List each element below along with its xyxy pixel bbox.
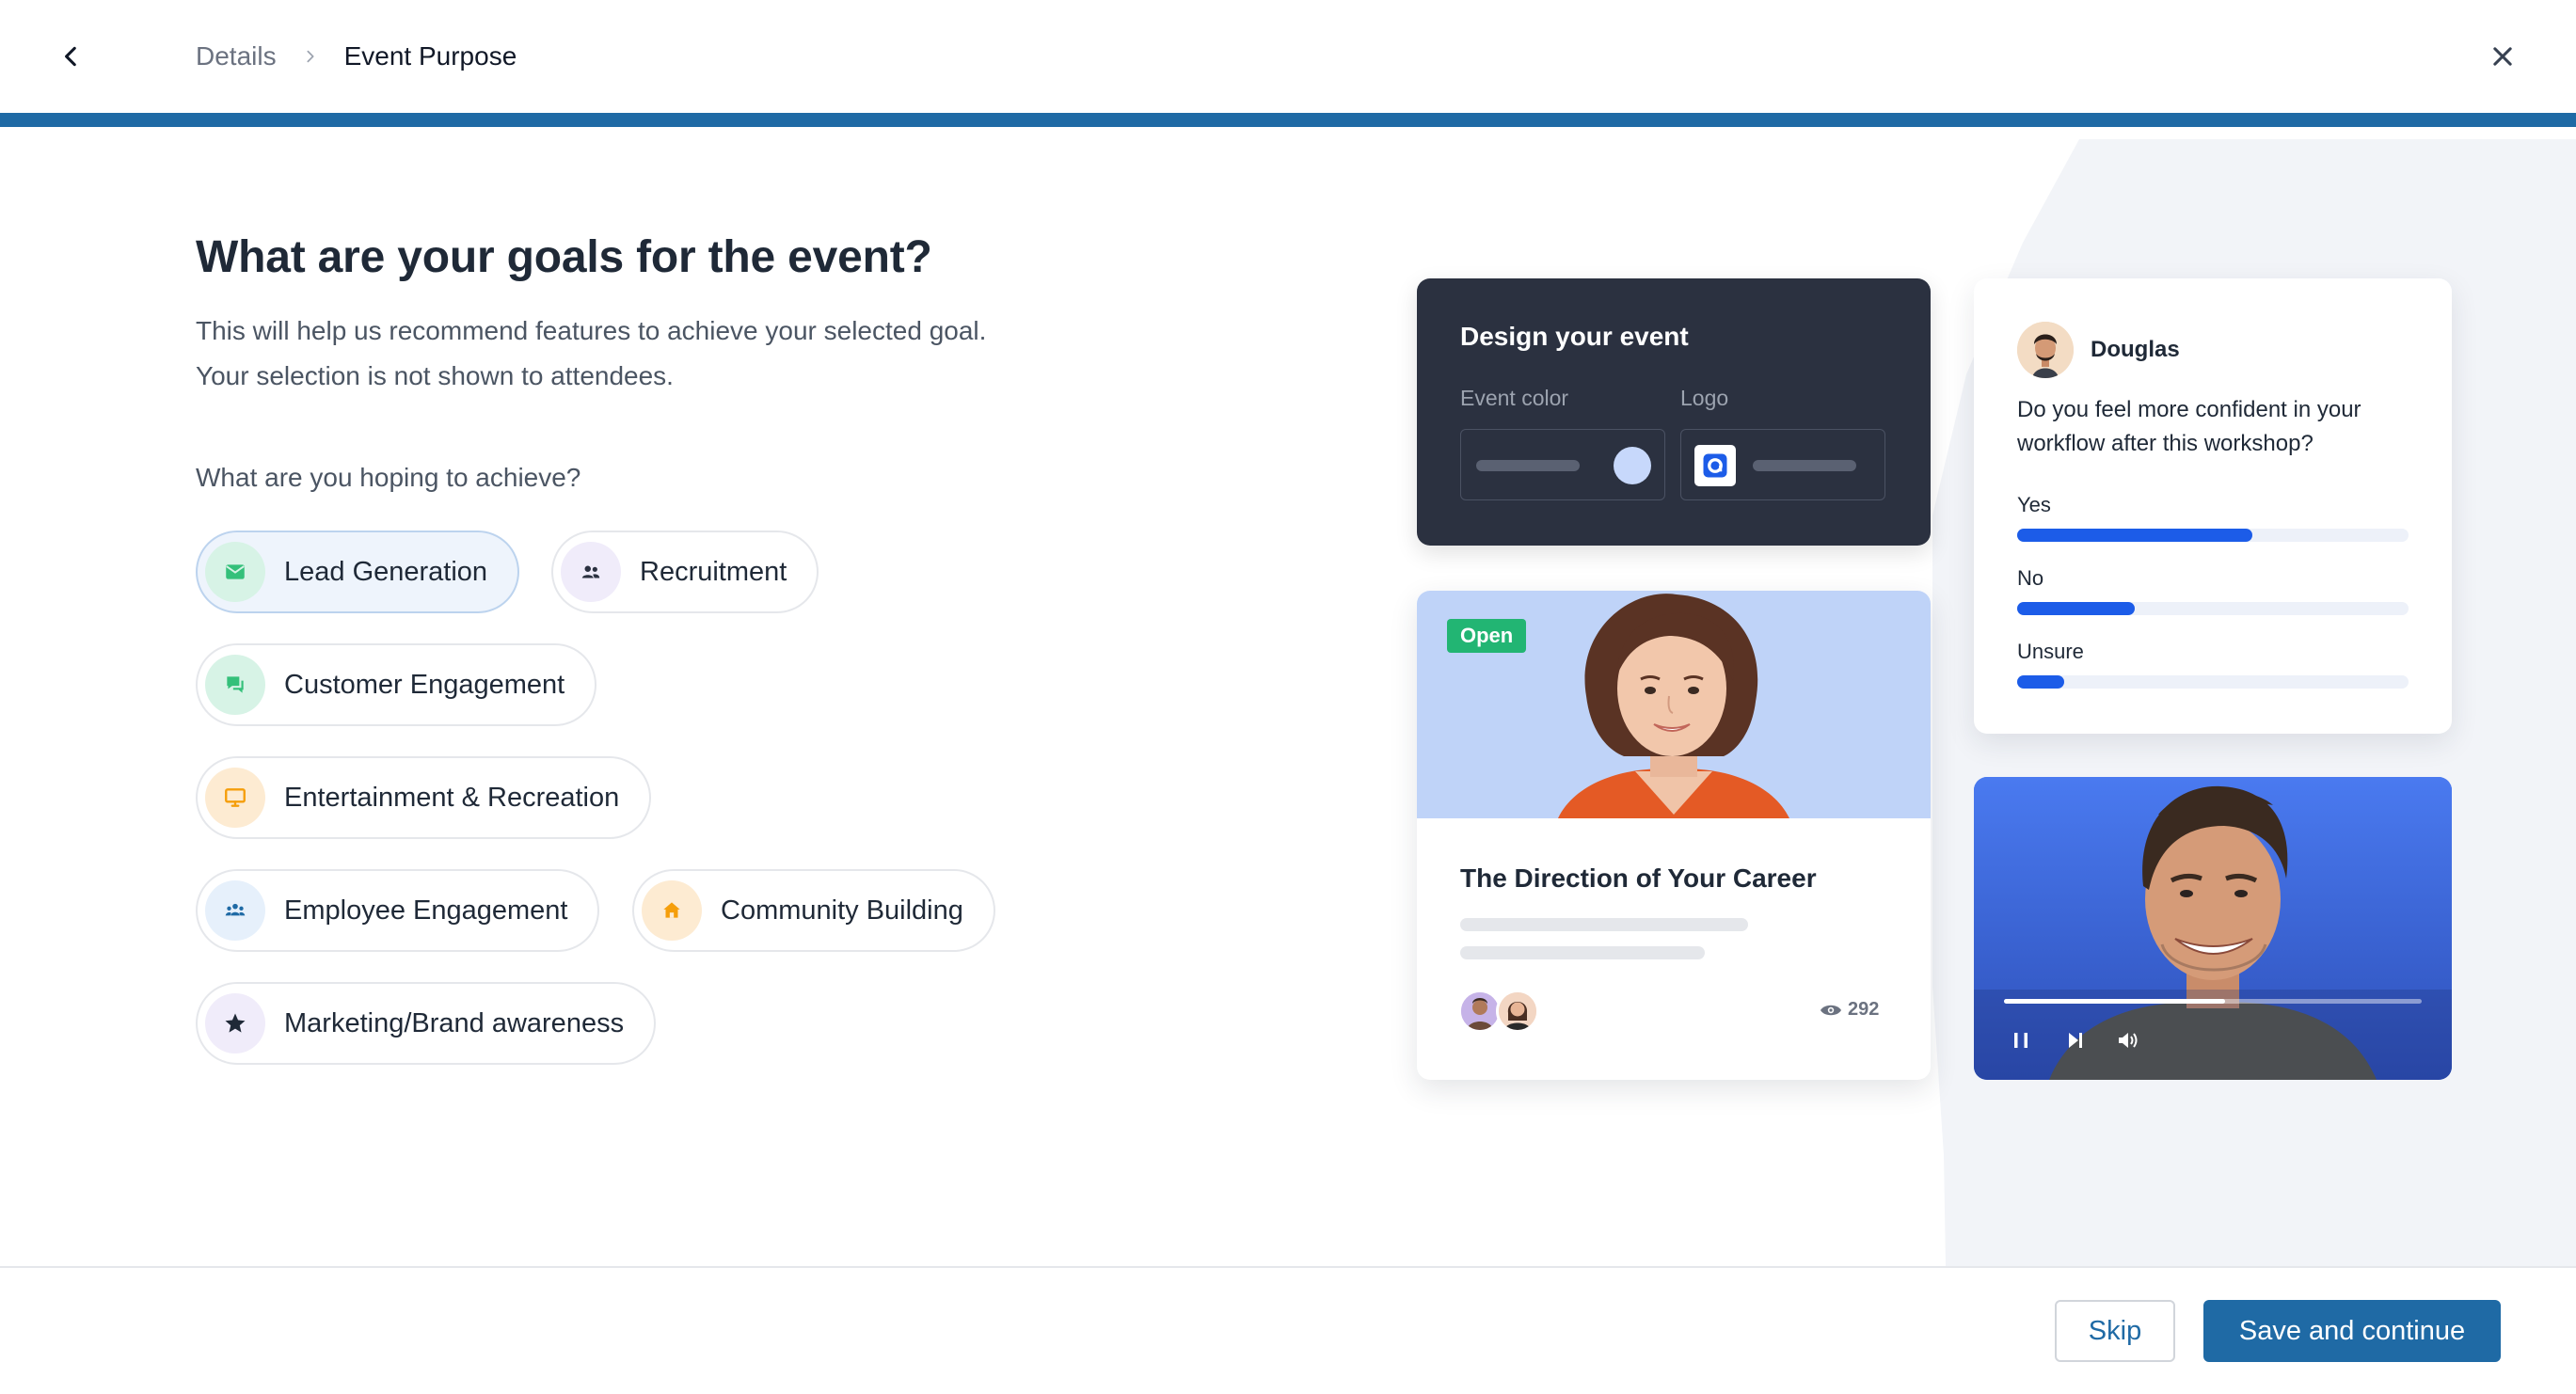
poll-option-label: No	[2017, 566, 2044, 590]
speaker-photo: Open	[1417, 591, 1931, 818]
event-color-field	[1460, 429, 1665, 500]
placeholder-line	[1460, 946, 1705, 959]
footer-divider	[0, 1266, 2576, 1268]
home-icon	[642, 880, 702, 941]
progress-bar	[0, 113, 2576, 127]
chevron-left-icon	[65, 46, 76, 67]
goal-entertainment-recreation[interactable]: Entertainment & Recreation	[196, 756, 652, 839]
poll-option-bar	[2017, 602, 2409, 615]
skip-button[interactable]: Skip	[2055, 1300, 2175, 1362]
view-count: 292	[1820, 999, 1879, 1021]
next-button[interactable]	[2059, 1023, 2092, 1057]
team-icon	[205, 880, 265, 941]
description-line-2: Your selection is not shown to attendees…	[196, 361, 674, 390]
logo-field	[1680, 429, 1885, 500]
breadcrumb-event-purpose: Event Purpose	[343, 41, 517, 71]
poll-bar-fill	[2017, 529, 2252, 542]
back-button[interactable]	[49, 34, 94, 79]
chevron-right-icon	[303, 48, 318, 65]
poll-bar-fill	[2017, 675, 2064, 689]
goal-employee-engagement[interactable]: Employee Engagement	[196, 869, 600, 952]
logo-icon	[1694, 445, 1736, 486]
monitor-icon	[205, 768, 265, 828]
breadcrumb: Details Event Purpose	[196, 38, 517, 75]
poll-option-label: Unsure	[2017, 640, 2084, 663]
goal-label: Marketing/Brand awareness	[284, 1007, 625, 1038]
video-progress-fill	[2004, 999, 2226, 1004]
poll-option-bar	[2017, 529, 2409, 542]
eye-icon	[1821, 1005, 1841, 1015]
top-bar: Details Event Purpose	[0, 0, 2576, 113]
save-and-continue-button[interactable]: Save and continue	[2203, 1300, 2501, 1362]
placeholder-bar	[1476, 460, 1580, 471]
status-badge: Open	[1447, 619, 1527, 653]
goal-label: Community Building	[721, 895, 963, 926]
goal-label: Recruitment	[640, 556, 787, 587]
description-line-1: This will help us recommend features to …	[196, 316, 987, 345]
poll-option-label: Yes	[2017, 493, 2051, 516]
design-event-card: Design your event Event color Logo	[1417, 278, 1931, 546]
volume-icon	[2119, 1033, 2138, 1048]
poll-card: Douglas Do you feel more confident in yo…	[1974, 278, 2452, 734]
poll-option-bar	[2017, 675, 2409, 689]
goal-community-building[interactable]: Community Building	[632, 869, 995, 952]
logo-label: Logo	[1680, 386, 1729, 410]
event-color-label: Event color	[1460, 386, 1569, 410]
goal-recruitment[interactable]: Recruitment	[551, 531, 819, 613]
video-player-card	[1974, 777, 2452, 1080]
close-button[interactable]	[2480, 34, 2525, 79]
video-progress-bar[interactable]	[2004, 999, 2422, 1004]
close-icon	[2493, 47, 2512, 66]
goal-lead-generation[interactable]: Lead Generation	[196, 531, 520, 613]
volume-button[interactable]	[2111, 1023, 2145, 1057]
goals-question: What are you hoping to achieve?	[196, 463, 581, 492]
goal-customer-engagement[interactable]: Customer Engagement	[196, 643, 597, 726]
goal-marketing-brand-awareness[interactable]: Marketing/Brand awareness	[196, 982, 657, 1065]
attendee-avatars	[1458, 990, 1552, 1037]
people-icon	[561, 542, 621, 602]
page-description: This will help us recommend features to …	[196, 309, 986, 399]
goal-label: Lead Generation	[284, 556, 488, 587]
session-card: Open The Direction of Your Career 292	[1417, 591, 1931, 1080]
goal-label: Employee Engagement	[284, 895, 568, 926]
chat-icon	[205, 655, 265, 715]
placeholder-line	[1460, 918, 1748, 931]
design-card-title: Design your event	[1460, 322, 1689, 351]
video-frame	[1974, 777, 2452, 1080]
color-swatch	[1614, 447, 1651, 484]
goal-label: Entertainment & Recreation	[284, 782, 620, 813]
view-count-value: 292	[1848, 999, 1880, 1020]
poll-question: Do you feel more confident in your workf…	[2017, 397, 2361, 456]
poll-author: Douglas	[2091, 337, 2180, 362]
event-purpose-page: Details Event Purpose What are your goal…	[0, 0, 2576, 1394]
pause-button[interactable]	[2004, 1023, 2038, 1057]
placeholder-bar	[1753, 460, 1856, 471]
page-title: What are your goals for the event?	[196, 232, 932, 282]
goal-label: Customer Engagement	[284, 669, 565, 700]
breadcrumb-details[interactable]: Details	[196, 41, 277, 71]
mail-icon	[205, 542, 265, 602]
session-title: The Direction of Your Career	[1460, 863, 1817, 893]
poll-bar-fill	[2017, 602, 2135, 615]
avatar	[1496, 990, 1539, 1033]
pause-icon	[2014, 1033, 2027, 1048]
skip-next-icon	[2069, 1033, 2082, 1048]
avatar	[2017, 322, 2074, 378]
star-icon	[205, 993, 265, 1053]
